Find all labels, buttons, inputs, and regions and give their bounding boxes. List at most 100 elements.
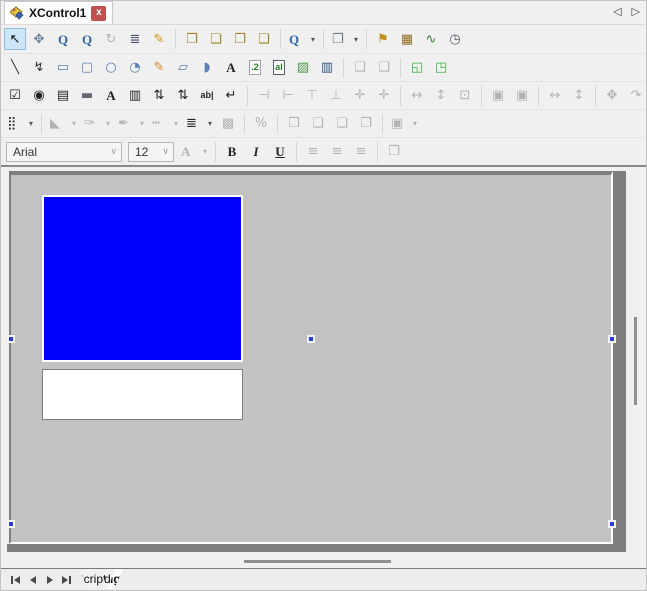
move-selection-button[interactable]: ✥ xyxy=(601,85,623,107)
space-equally-vertical-button[interactable]: ↕ xyxy=(568,85,590,107)
fill-color-button[interactable]: ◣▾ xyxy=(47,113,79,135)
prev-tab-button[interactable] xyxy=(24,572,41,588)
align-text-left-button[interactable]: ≡ xyxy=(302,141,324,163)
design-surface[interactable] xyxy=(9,171,613,544)
pointer-tool-button[interactable]: ↖ xyxy=(4,28,26,50)
last-tab-button[interactable] xyxy=(58,572,75,588)
bold-button-button[interactable]: B xyxy=(221,141,243,163)
align-text-center-button[interactable]: ≡ xyxy=(326,141,348,163)
align-bottom-edges-button[interactable]: ⊥ xyxy=(325,85,347,107)
combobox-tool-button[interactable]: ▥ xyxy=(124,85,146,107)
runtime-clock-button[interactable]: ◷ xyxy=(444,28,466,50)
zoom-menu-button[interactable]: Q▾ xyxy=(286,28,318,50)
checkbox-tool-button[interactable]: ☑ xyxy=(4,85,26,107)
scale-ruler-tool-button[interactable]: ▥ xyxy=(316,57,338,79)
shadow-menu-button[interactable]: ▣▾ xyxy=(388,113,420,135)
first-tab-button[interactable] xyxy=(7,572,24,588)
brush-style-button[interactable]: ✑▾ xyxy=(81,113,113,135)
selection-handle-top-left[interactable] xyxy=(7,335,15,343)
center-horizontally-button[interactable]: ▣ xyxy=(487,85,509,107)
underline-button-button[interactable]: U xyxy=(269,141,291,163)
font-label-tool-button[interactable]: A xyxy=(100,85,122,107)
datasets-viewer-button[interactable]: ▦ xyxy=(396,28,418,50)
line-style-button[interactable]: ┅▾ xyxy=(149,113,181,135)
horizontal-scrollbar-thumb[interactable] xyxy=(244,560,391,563)
bring-to-front-button[interactable]: ❒ xyxy=(181,28,203,50)
nudge-left-button[interactable]: ❏ xyxy=(331,113,353,135)
blue-rectangle[interactable] xyxy=(42,195,243,362)
nudge-right-button[interactable]: ❐ xyxy=(355,113,377,135)
chart-viewer-button[interactable]: ∿ xyxy=(420,28,442,50)
next-tab-button[interactable] xyxy=(41,572,58,588)
layers-menu-button[interactable]: ❐▾ xyxy=(329,28,361,50)
edit-script-tool-button[interactable]: ✎ xyxy=(148,28,170,50)
selection-handle-middle-left[interactable] xyxy=(7,520,15,528)
text-tool-button[interactable]: A xyxy=(220,57,242,79)
center-vertically-button[interactable]: ▣ xyxy=(511,85,533,107)
alarm-viewer-button[interactable]: ⚑ xyxy=(372,28,394,50)
grid-menu-button[interactable]: ⣿▾ xyxy=(4,113,36,135)
zoom-tool-button[interactable]: Q xyxy=(52,28,74,50)
align-right-edges-button[interactable]: ⊢ xyxy=(277,85,299,107)
nudge-up-button[interactable]: ❒ xyxy=(283,113,305,135)
roundrect-tool-button[interactable]: ▢ xyxy=(76,57,98,79)
send-backward-button[interactable]: ❑ xyxy=(253,28,275,50)
ellipse-tool-button[interactable]: ○ xyxy=(100,57,122,79)
spinner-tool-button[interactable]: ⇅ xyxy=(148,85,170,107)
updown-tool-button[interactable]: ⇅ xyxy=(172,85,194,107)
pan-tool-button[interactable]: ✥ xyxy=(28,28,50,50)
align-text-right-button[interactable]: ≡ xyxy=(350,141,372,163)
pencil-tool-button[interactable]: ✎ xyxy=(148,57,170,79)
nudge-down-button[interactable]: ❑ xyxy=(307,113,329,135)
make-same-size-button[interactable]: ⊡ xyxy=(454,85,476,107)
freeform-tool-button[interactable]: ◗ xyxy=(196,57,218,79)
rotate-selection-button[interactable]: ↷ xyxy=(625,85,646,107)
make-same-width-button[interactable]: ↔ xyxy=(406,85,428,107)
tab-order-tool-button[interactable]: ≣ xyxy=(124,28,146,50)
group-tool-button[interactable]: ❑ xyxy=(349,57,371,79)
scroll-tabs-left-icon[interactable]: ◁ xyxy=(613,5,621,19)
italic-button-button[interactable]: I xyxy=(245,141,267,163)
line-tool-button[interactable]: ╲ xyxy=(4,57,26,79)
zoom-area-tool-button[interactable]: Q xyxy=(76,28,98,50)
polygon-tool-button[interactable]: ▱ xyxy=(172,57,194,79)
align-left-edges-button[interactable]: ⊣ xyxy=(253,85,275,107)
font-size-combo[interactable]: 12∨ xyxy=(128,142,174,162)
edit-box-tool-button[interactable]: ab| xyxy=(196,85,218,107)
radiobutton-tool-button[interactable]: ◉ xyxy=(28,85,50,107)
line-width-button[interactable]: ≣▾ xyxy=(183,113,215,135)
connect-tool-button[interactable]: ◱ xyxy=(406,57,428,79)
button-tool-button[interactable]: ▬ xyxy=(76,85,98,107)
selection-handle-middle-right[interactable] xyxy=(608,520,616,528)
document-tab-xcontrol1[interactable]: XControl1 x xyxy=(4,1,113,24)
percent-scale-button[interactable]: % xyxy=(250,113,272,135)
ungroup-tool-button[interactable]: ❏ xyxy=(373,57,395,79)
font-family-combo[interactable]: Arial∨ xyxy=(6,142,122,162)
vertical-scrollbar-thumb[interactable] xyxy=(634,317,637,405)
send-to-back-button[interactable]: ❏ xyxy=(205,28,227,50)
scroll-tabs-right-icon[interactable]: ▷ xyxy=(632,5,640,19)
listbox-tool-button[interactable]: ▤ xyxy=(52,85,74,107)
rectangle-tool-button[interactable]: ▭ xyxy=(52,57,74,79)
align-centers-button[interactable]: ✛ xyxy=(373,85,395,107)
selection-handle-top-right[interactable] xyxy=(608,335,616,343)
numeric-display-tool-button[interactable]: .2 xyxy=(244,57,266,79)
fill-effects-button[interactable]: ▩ xyxy=(217,113,239,135)
align-middles-button[interactable]: ✛ xyxy=(349,85,371,107)
space-equally-horizontal-button[interactable]: ↔ xyxy=(544,85,566,107)
connect-add-tool-button[interactable]: ◳ xyxy=(430,57,452,79)
polyline-tool-button[interactable]: ↯ xyxy=(28,57,50,79)
word-wrap-tool-button[interactable]: ↵ xyxy=(220,85,242,107)
rotate-tool-button[interactable]: ↻ xyxy=(100,28,122,50)
white-rectangle[interactable] xyxy=(42,369,243,420)
align-top-edges-button[interactable]: ⊤ xyxy=(301,85,323,107)
text-label-tool-button[interactable]: al xyxy=(268,57,290,79)
bring-forward-button[interactable]: ❐ xyxy=(229,28,251,50)
send-to-window-button[interactable]: ❐ xyxy=(383,141,405,163)
font-color-button[interactable]: A▾ xyxy=(178,141,210,163)
selection-handle-top-middle[interactable] xyxy=(307,335,315,343)
make-same-height-button[interactable]: ↕ xyxy=(430,85,452,107)
image-tool-button[interactable]: ▨ xyxy=(292,57,314,79)
line-color-button[interactable]: ✒▾ xyxy=(115,113,147,135)
close-tab-button[interactable]: x xyxy=(91,6,106,21)
